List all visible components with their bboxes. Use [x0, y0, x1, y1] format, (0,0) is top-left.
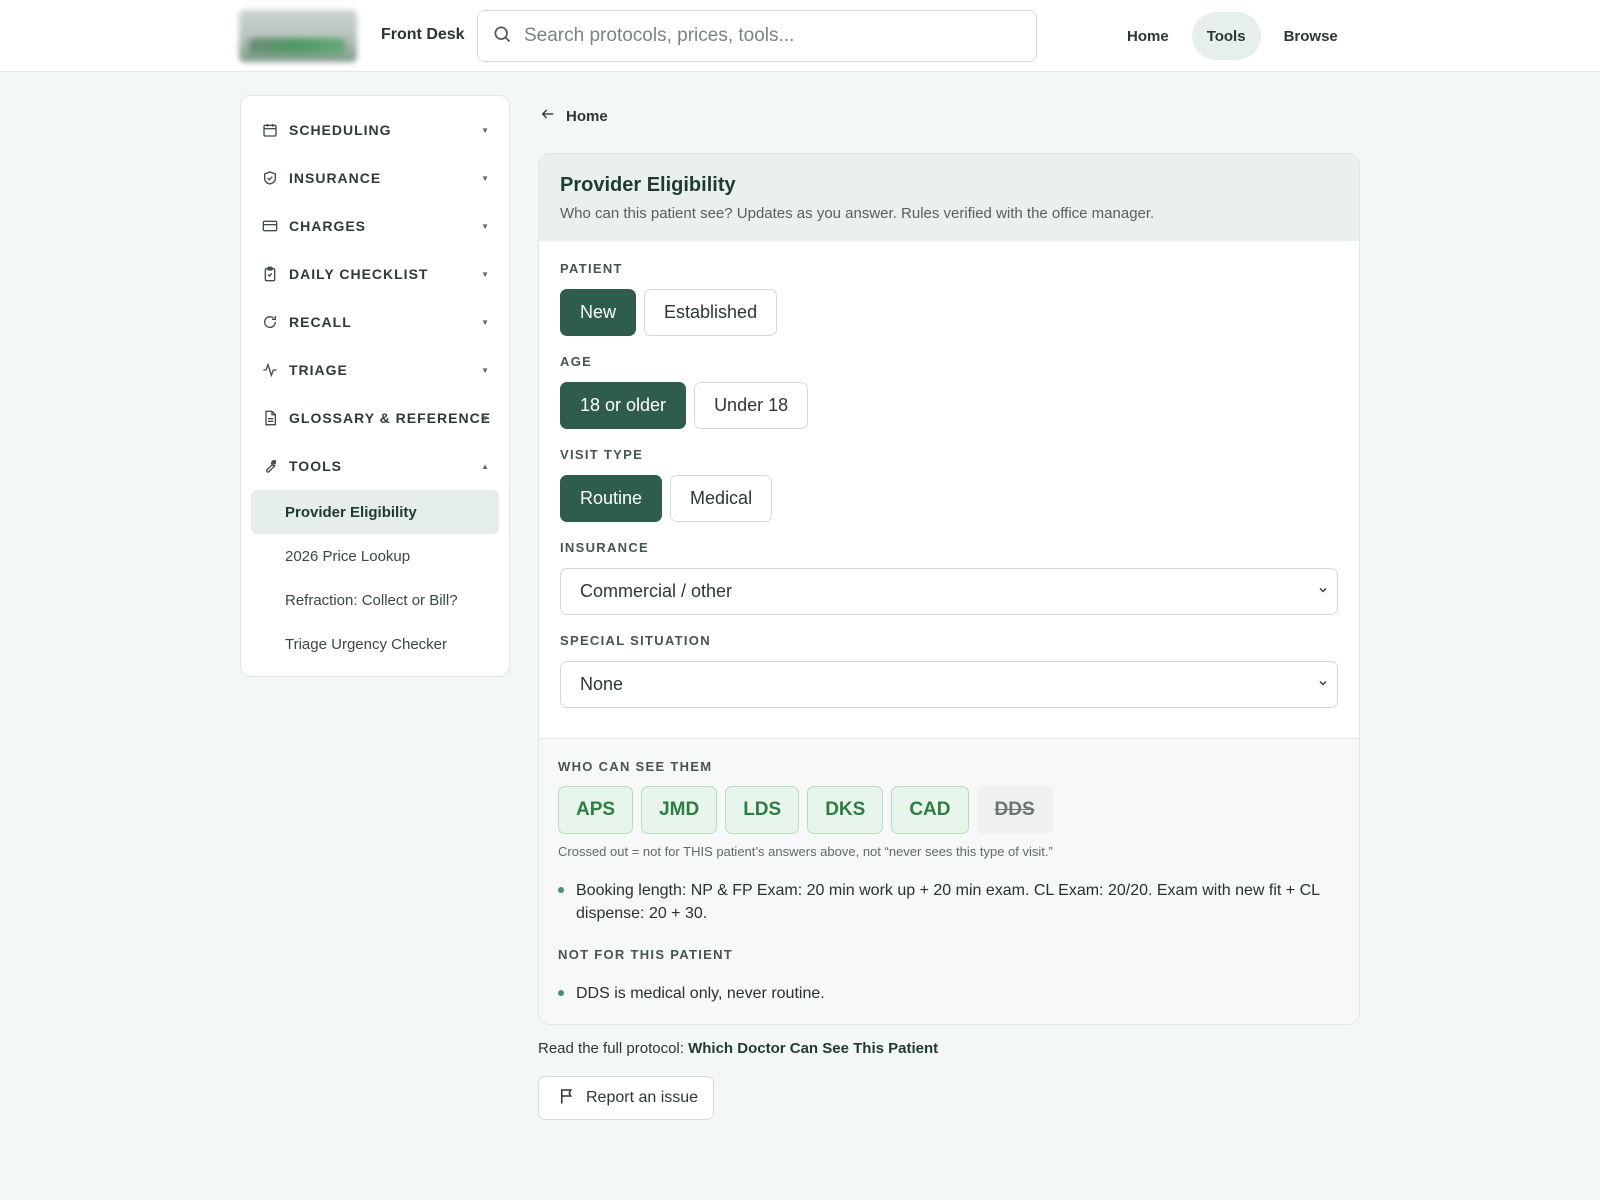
- caret-down-icon: ▼: [481, 413, 489, 423]
- eligibility-form: PATIENT New Established AGE 18 or older …: [539, 241, 1359, 738]
- logo[interactable]: [239, 10, 357, 62]
- age-option-adult[interactable]: 18 or older: [560, 382, 687, 429]
- sidebar-section-insurance[interactable]: INSURANCE ▼: [251, 154, 499, 202]
- visit-option-routine[interactable]: Routine: [560, 475, 663, 522]
- search-icon: [492, 24, 512, 49]
- age-label: AGE: [560, 354, 593, 369]
- visit-option-medical[interactable]: Medical: [670, 475, 773, 522]
- calendar-icon: [261, 121, 279, 139]
- patient-label: PATIENT: [560, 261, 623, 276]
- not-for-patient-text: DDS is medical only, never routine.: [576, 985, 825, 1002]
- shield-check-icon: [261, 169, 279, 187]
- clipboard-check-icon: [261, 265, 279, 283]
- sidebar-section-glossary[interactable]: GLOSSARY & REFERENCE ▼: [251, 394, 499, 442]
- provider-chip-dks: DKS: [807, 786, 884, 834]
- caret-down-icon: ▼: [481, 221, 489, 231]
- crossed-out-note: Crossed out = not for THIS patient’s ans…: [558, 844, 1053, 859]
- protocol-link[interactable]: Which Doctor Can See This Patient: [688, 1040, 938, 1057]
- back-link-label: Home: [566, 107, 608, 125]
- provider-chip-jmd: JMD: [641, 786, 718, 834]
- sidebar-section-label: SCHEDULING: [289, 122, 392, 138]
- refresh-icon: [261, 313, 279, 331]
- top-nav: Home Tools Browse: [1112, 12, 1353, 60]
- nav-home[interactable]: Home: [1112, 12, 1184, 60]
- provider-chip-aps: APS: [558, 786, 634, 834]
- visit-type-options: Routine Medical: [560, 475, 1338, 522]
- sidebar-section-label: TOOLS: [289, 458, 342, 474]
- search-box[interactable]: [477, 10, 1037, 62]
- patient-option-established[interactable]: Established: [644, 289, 778, 336]
- credit-card-icon: [261, 217, 279, 235]
- protocol-prefix: Read the full protocol:: [538, 1040, 689, 1057]
- activity-icon: [261, 361, 279, 379]
- caret-down-icon: ▼: [481, 269, 489, 279]
- provider-chip-cad: CAD: [891, 786, 969, 834]
- not-for-patient-bullet: DDS is medical only, never routine.: [558, 982, 1340, 1005]
- provider-chip-lds: LDS: [725, 786, 800, 834]
- age-option-minor[interactable]: Under 18: [694, 382, 809, 429]
- not-for-patient-label: NOT FOR THIS PATIENT: [558, 947, 734, 962]
- chevron-down-icon: [1317, 584, 1329, 599]
- top-bar: Front Desk Home Tools Browse: [0, 0, 1600, 72]
- sidebar-section-charges[interactable]: CHARGES ▼: [251, 202, 499, 250]
- caret-down-icon: ▼: [481, 125, 489, 135]
- sidebar-item-refraction[interactable]: Refraction: Collect or Bill?: [251, 578, 499, 622]
- who-can-see-label: WHO CAN SEE THEM: [558, 759, 713, 774]
- booking-length-text: Booking length: NP & FP Exam: 20 min wor…: [576, 882, 1320, 922]
- arrow-left-icon: [540, 106, 556, 126]
- full-protocol-line: Read the full protocol: Which Doctor Can…: [538, 1040, 938, 1057]
- flag-icon: [558, 1087, 576, 1110]
- sidebar-section-scheduling[interactable]: SCHEDULING ▼: [251, 106, 499, 154]
- back-link[interactable]: Home: [540, 106, 608, 126]
- booking-bullet: Booking length: NP & FP Exam: 20 min wor…: [558, 879, 1340, 925]
- special-situation-value: None: [580, 674, 624, 694]
- document-icon: [261, 409, 279, 427]
- sidebar-section-label: TRIAGE: [289, 362, 348, 378]
- sidebar-section-label: RECALL: [289, 314, 352, 330]
- chevron-down-icon: [1317, 677, 1329, 692]
- sidebar-section-label: INSURANCE: [289, 170, 382, 186]
- caret-down-icon: ▼: [481, 365, 489, 375]
- patient-option-new[interactable]: New: [560, 289, 637, 336]
- provider-chip-dds: DDS: [976, 786, 1053, 834]
- eligibility-card: Provider Eligibility Who can this patien…: [538, 153, 1360, 1025]
- caret-down-icon: ▼: [481, 317, 489, 327]
- sidebar-item-triage-checker[interactable]: Triage Urgency Checker: [251, 622, 499, 666]
- sidebar-section-label: DAILY CHECKLIST: [289, 266, 429, 282]
- search-input[interactable]: [524, 25, 1004, 47]
- card-subtitle: Who can this patient see? Updates as you…: [560, 205, 1155, 222]
- sidebar-section-label: CHARGES: [289, 218, 367, 234]
- report-issue-button[interactable]: Report an issue: [538, 1076, 714, 1120]
- patient-options: New Established: [560, 289, 1338, 336]
- visit-type-label: VISIT TYPE: [560, 447, 644, 462]
- sidebar-section-label: GLOSSARY & REFERENCE: [289, 410, 492, 426]
- sidebar-section-recall[interactable]: RECALL ▼: [251, 298, 499, 346]
- sidebar-item-price-lookup[interactable]: 2026 Price Lookup: [251, 534, 499, 578]
- wrench-icon: [261, 457, 279, 475]
- nav-tools[interactable]: Tools: [1191, 12, 1261, 60]
- insurance-select[interactable]: Commercial / other: [560, 568, 1338, 615]
- special-situation-label: SPECIAL SITUATION: [560, 633, 711, 648]
- bullet-dot: [558, 990, 564, 996]
- insurance-label: INSURANCE: [560, 540, 649, 555]
- card-title: Provider Eligibility: [560, 174, 736, 196]
- age-options: 18 or older Under 18: [560, 382, 1338, 429]
- sidebar-section-triage[interactable]: TRIAGE ▼: [251, 346, 499, 394]
- provider-chips: APS JMD LDS DKS CAD DDS: [558, 786, 1340, 834]
- nav-browse[interactable]: Browse: [1269, 12, 1353, 60]
- bullet-dot: [558, 887, 564, 893]
- special-situation-select[interactable]: None: [560, 661, 1338, 708]
- caret-down-icon: ▼: [481, 173, 489, 183]
- sidebar-section-tools[interactable]: TOOLS ▲: [251, 442, 499, 490]
- brand-title: Front Desk: [381, 26, 465, 43]
- insurance-select-value: Commercial / other: [580, 581, 733, 601]
- sidebar: SCHEDULING ▼ INSURANCE ▼ CHARGES ▼ DAILY…: [240, 95, 510, 677]
- report-issue-label: Report an issue: [586, 1089, 699, 1106]
- result-panel: WHO CAN SEE THEM APS JMD LDS DKS CAD DDS…: [539, 738, 1359, 1024]
- card-header: Provider Eligibility Who can this patien…: [539, 154, 1359, 241]
- sidebar-section-daily-checklist[interactable]: DAILY CHECKLIST ▼: [251, 250, 499, 298]
- sidebar-item-provider-eligibility[interactable]: Provider Eligibility: [251, 490, 499, 534]
- caret-up-icon: ▲: [481, 461, 489, 471]
